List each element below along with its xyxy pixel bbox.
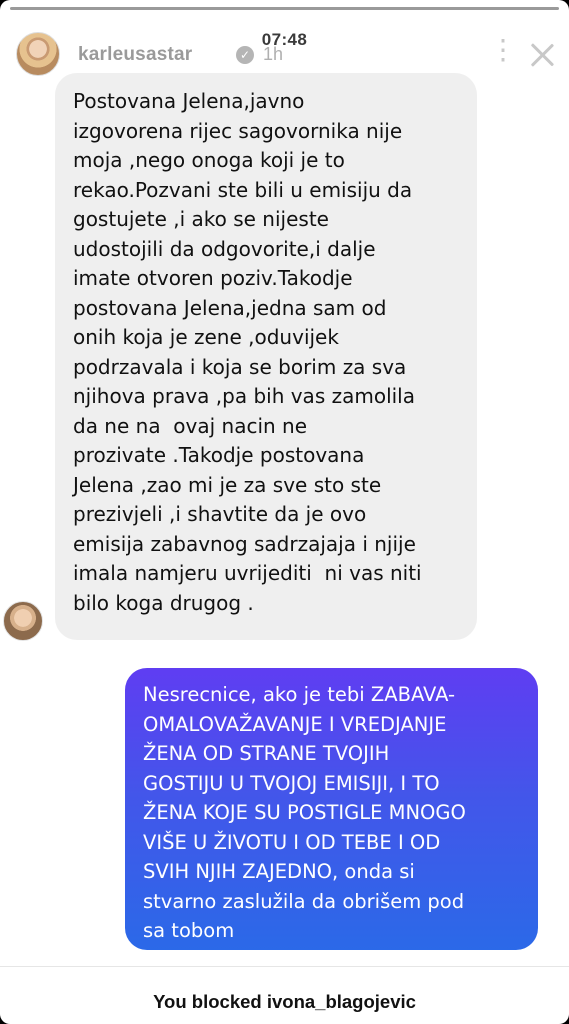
sender-avatar[interactable] — [3, 601, 43, 641]
sent-message-text: Nesrecnice, ako je tebi ZABAVA- OMALOVAŽ… — [143, 683, 466, 942]
more-options-icon[interactable]: ⋮ — [489, 36, 517, 68]
story-username[interactable]: karleusastar — [78, 44, 192, 66]
sent-message-bubble: Nesrecnice, ako je tebi ZABAVA- OMALOVAŽ… — [125, 668, 538, 950]
story-timestamp: 1h — [263, 44, 284, 64]
received-message-text: Postovana Jelena,javno izgovorena rijec … — [73, 89, 422, 615]
close-icon[interactable] — [525, 38, 559, 72]
blocked-notice: You blocked ivona_blagojevic — [153, 991, 416, 1012]
story-progress-fill — [10, 7, 559, 10]
divider — [0, 966, 569, 967]
story-header: karleusastar ✓ 1h — [16, 32, 556, 76]
received-message-bubble: Postovana Jelena,javno izgovorena rijec … — [55, 73, 477, 640]
story-viewer: 07:48 karleusastar ✓ 1h ⋮ Postovana Jele… — [0, 0, 569, 1024]
avatar[interactable] — [16, 32, 60, 76]
story-progress-bar — [10, 7, 559, 10]
verified-badge-icon: ✓ — [236, 46, 254, 64]
